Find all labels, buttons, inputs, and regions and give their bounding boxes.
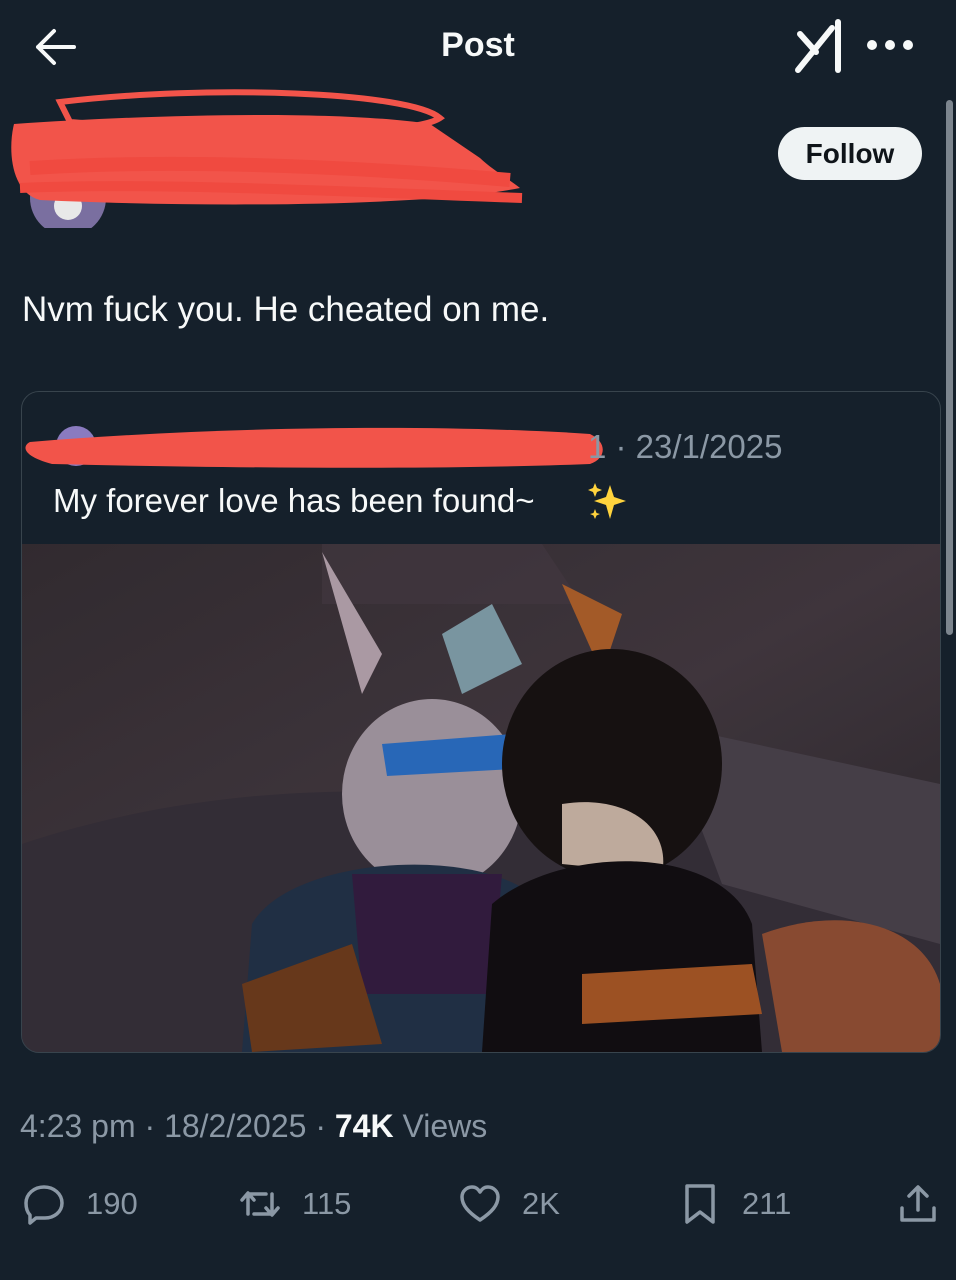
- quoted-post[interactable]: 1 · 23/1/2025 My forever love has been f…: [21, 391, 941, 1053]
- quoted-post-image[interactable]: [22, 544, 940, 1052]
- follow-button[interactable]: Follow: [778, 127, 922, 180]
- reply-icon: [24, 1185, 64, 1225]
- share-button[interactable]: [896, 1176, 940, 1232]
- share-icon: [900, 1185, 936, 1222]
- views-count: 74K: [334, 1108, 394, 1144]
- scrollbar[interactable]: [946, 100, 953, 635]
- more-options-icon[interactable]: [864, 30, 916, 60]
- post-meta: 4:23 pm · 18/2/2025 · 74K Views: [20, 1108, 488, 1144]
- quoted-author-redaction: [25, 426, 603, 468]
- bookmark-button[interactable]: 211: [678, 1176, 791, 1232]
- post-text: Nvm fuck you. He cheated on me.: [22, 290, 550, 329]
- heart-icon: [460, 1185, 500, 1222]
- bookmark-count: 211: [742, 1186, 792, 1221]
- reply-count: 190: [86, 1186, 138, 1221]
- like-count: 2K: [522, 1186, 560, 1221]
- author-redaction: [11, 89, 523, 228]
- repost-icon: [240, 1191, 280, 1217]
- reply-button[interactable]: 190: [22, 1176, 138, 1232]
- repost-button[interactable]: 115: [238, 1176, 351, 1232]
- quoted-post-date: 1 · 23/1/2025: [588, 428, 783, 465]
- action-bar: 190 115 2K 211: [0, 1176, 956, 1236]
- views-label: Views: [402, 1108, 488, 1144]
- bookmark-icon: [685, 1184, 715, 1224]
- back-arrow-icon[interactable]: [30, 25, 80, 69]
- repost-count: 115: [302, 1186, 352, 1221]
- post-time: 4:23 pm: [20, 1108, 136, 1144]
- grok-icon[interactable]: [792, 18, 846, 76]
- post-date: 18/2/2025: [164, 1108, 307, 1144]
- like-button[interactable]: 2K: [458, 1176, 560, 1232]
- sparkles-icon: [588, 483, 626, 519]
- top-bar: Post: [0, 0, 956, 95]
- quoted-post-text: My forever love has been found~: [53, 482, 535, 519]
